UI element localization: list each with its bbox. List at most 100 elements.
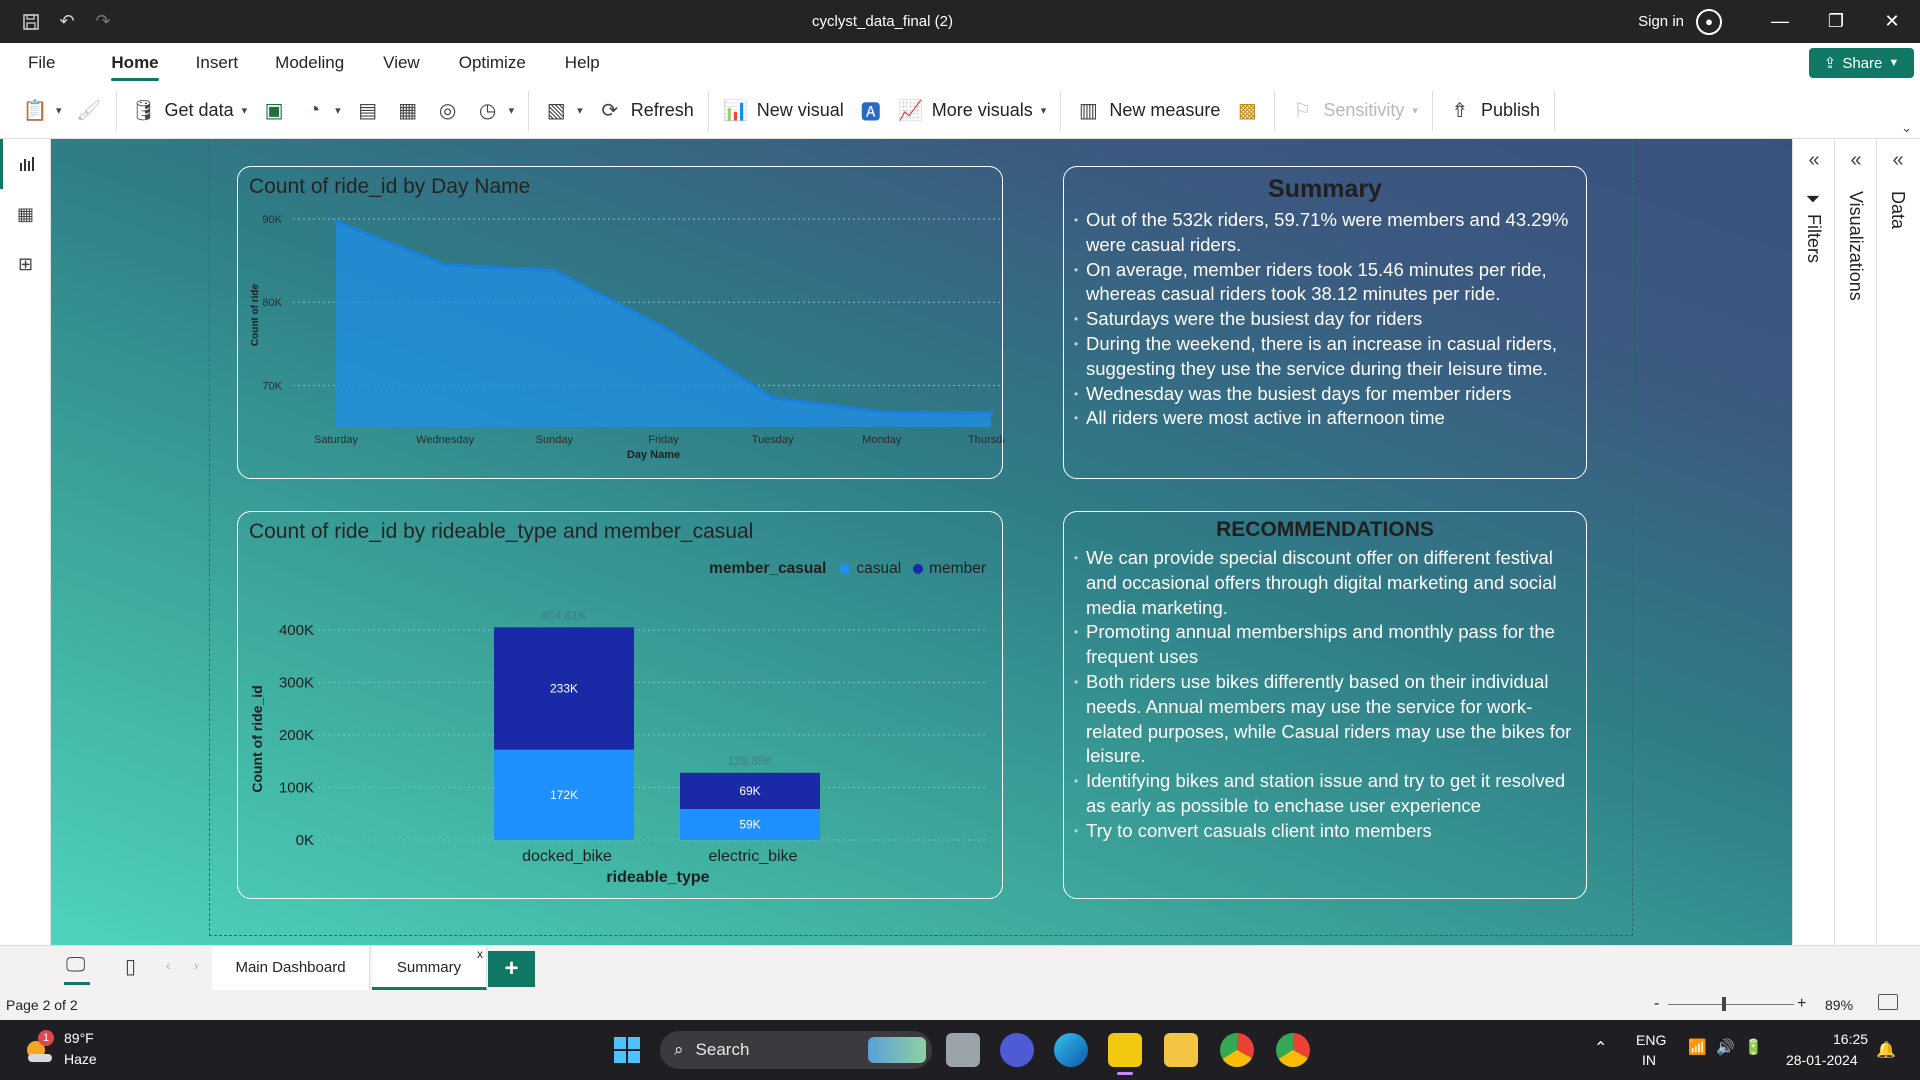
expand-filters-icon[interactable]: « [1793, 149, 1835, 172]
volume-icon[interactable]: 🔊 [1716, 1038, 1735, 1056]
report-view-icon[interactable] [0, 139, 51, 189]
menu-optimize[interactable]: Optimize [459, 43, 526, 83]
language-code[interactable]: ENG [1636, 1032, 1666, 1048]
maximize-button[interactable]: ❐ [1808, 11, 1864, 32]
tab-summary[interactable]: Summary x [372, 946, 487, 990]
x-axis-title: rideable_type [606, 869, 709, 886]
recommendation-bullet: Identifying bikes and station issue and … [1074, 769, 1576, 819]
expand-visualizations-icon[interactable]: « [1835, 149, 1877, 172]
table-icon: ▦ [398, 100, 418, 122]
publish-button[interactable]: ⇮ Publish [1447, 98, 1540, 124]
battery-icon[interactable]: 🔋 [1744, 1038, 1763, 1056]
ribbon-divider [1553, 90, 1555, 131]
sign-in-link[interactable]: Sign in [1638, 13, 1684, 30]
account-icon[interactable]: ● [1696, 8, 1722, 35]
menu-view[interactable]: View [383, 43, 420, 83]
format-painter-button[interactable]: 🖌 [76, 98, 102, 124]
menu-modeling[interactable]: Modeling [275, 43, 344, 83]
region-code[interactable]: IN [1642, 1052, 1656, 1068]
enter-data-button[interactable]: ▦ [395, 98, 421, 124]
text-box-button[interactable]: 🅰 [858, 98, 884, 124]
refresh-label: Refresh [630, 100, 694, 120]
new-measure-button[interactable]: ▥ New measure [1075, 98, 1221, 124]
x-tick-label: Thursday [968, 434, 1004, 446]
add-page-button[interactable]: + [488, 951, 535, 987]
scroll-right-icon[interactable]: › [194, 958, 198, 973]
ribbon-collapse-icon[interactable]: ⌄ [1901, 120, 1912, 136]
minimize-button[interactable]: — [1752, 11, 1808, 32]
data-point [552, 268, 557, 273]
chrome-profile-icon[interactable] [1276, 1033, 1310, 1067]
table-view-icon[interactable]: ▦ [0, 189, 51, 239]
chevron-down-icon: ▾ [508, 105, 515, 117]
chat-icon[interactable] [1000, 1033, 1034, 1067]
close-tab-icon[interactable]: x [477, 932, 483, 976]
sql-button[interactable]: ▤ [355, 98, 381, 124]
page-indicator: Page 2 of 2 [6, 997, 78, 1013]
summary-bullet: During the weekend, there is an increase… [1074, 332, 1576, 382]
menu-file[interactable]: File [28, 43, 55, 83]
status-bar: Page 2 of 2 - + 89% [0, 990, 1920, 1020]
chrome-icon[interactable] [1220, 1033, 1254, 1067]
dataverse-button[interactable]: ◎ [435, 98, 461, 124]
search-icon: ⌕ [674, 1040, 684, 1059]
quick-measure-button[interactable]: ▩ [1234, 98, 1260, 124]
summary-bullet: Wednesday was the busiest days for membe… [1074, 382, 1576, 407]
menu-help[interactable]: Help [565, 43, 600, 83]
zoom-in-button[interactable]: + [1797, 995, 1806, 1013]
more-visuals-button[interactable]: 📈 More visuals ▾ [898, 98, 1047, 124]
close-button[interactable]: ✕ [1864, 11, 1920, 32]
transform-data-button[interactable]: ▧ ▾ [543, 98, 583, 124]
zoom-out-button[interactable]: - [1654, 995, 1659, 1013]
zoom-slider-thumb[interactable] [1722, 997, 1727, 1011]
mobile-layout-icon[interactable]: ▯ [125, 954, 136, 979]
filters-pane[interactable]: « ⏷ Filters [1793, 139, 1835, 945]
power-bi-icon[interactable] [1108, 1033, 1142, 1067]
menu-insert[interactable]: Insert [196, 43, 239, 83]
ribbon-divider [1060, 90, 1062, 131]
task-view-icon[interactable] [946, 1033, 980, 1067]
wifi-icon[interactable]: 📶 [1688, 1038, 1707, 1056]
ribbon-divider [115, 90, 117, 131]
share-button[interactable]: ⇪ Share ▼ [1809, 48, 1914, 78]
data-pane[interactable]: « Data [1877, 139, 1919, 945]
visualizations-pane[interactable]: « Visualizations [1835, 139, 1877, 945]
new-visual-button[interactable]: 📊 New visual [723, 98, 843, 124]
edge-icon[interactable] [1054, 1033, 1088, 1067]
weather-badge: 1 [38, 1030, 54, 1046]
paste-button[interactable]: 📋 ▾ [22, 98, 62, 124]
weather-icon[interactable]: 1 [22, 1030, 56, 1066]
tab-main-dashboard[interactable]: Main Dashboard [212, 946, 370, 990]
summary-bullet: All riders were most active in afternoon… [1074, 406, 1576, 431]
view-switcher: ▦ ⊞ [0, 139, 51, 945]
file-explorer-icon[interactable] [1164, 1033, 1198, 1067]
menu-home[interactable]: Home [111, 43, 159, 83]
onelake-button[interactable]: ◔ ▾ [301, 98, 341, 124]
expand-data-icon[interactable]: « [1877, 149, 1919, 172]
x-tick-label: Saturday [314, 434, 359, 446]
clock-time[interactable]: 16:25 [1833, 1031, 1868, 1047]
zoom-slider[interactable] [1668, 1004, 1794, 1005]
line-chart-card[interactable]: Count of ride_id by Day Name 90K 80K 70K Sa… [237, 166, 1004, 479]
desktop-layout-icon[interactable]: 🖵 [66, 954, 85, 977]
taskbar-search[interactable]: ⌕ Search [660, 1031, 932, 1069]
chevron-up-icon[interactable]: ⌃ [1594, 1038, 1607, 1058]
bar-chart-card[interactable]: Count of ride_id by rideable_type and me… [237, 511, 1003, 899]
fit-to-page-icon[interactable] [1878, 994, 1898, 1010]
bar-total-label: 128.35K [728, 754, 773, 768]
scroll-left-icon[interactable]: ‹ [166, 958, 170, 973]
bar-total-label: 404.61K [542, 608, 587, 622]
summary-bullet: Out of the 532k riders, 59.71% were memb… [1074, 208, 1576, 258]
excel-button[interactable]: ▣ [261, 98, 287, 124]
refresh-button[interactable]: ⟳ Refresh [597, 98, 694, 124]
recent-sources-button[interactable]: ◷ ▾ [475, 98, 515, 124]
start-button[interactable] [610, 1033, 644, 1067]
notification-bell-icon[interactable]: 🔔 [1876, 1040, 1896, 1060]
chevron-down-icon: ▾ [1040, 105, 1047, 117]
sensitivity-button[interactable]: ⚐ Sensitivity ▾ [1289, 98, 1418, 124]
model-view-icon[interactable]: ⊞ [0, 239, 51, 289]
clock-date[interactable]: 28-01-2024 [1786, 1052, 1858, 1068]
get-data-button[interactable]: 🛢 Get data ▾ [131, 98, 247, 124]
zoom-level[interactable]: 89% [1825, 997, 1853, 1013]
ribbon: 📋 ▾ 🖌 🛢 Get data ▾ ▣ ◔ ▾ ▤ ▦ ◎ ◷ ▾ ▧ ▾ ⟳ Ref… [0, 83, 1920, 139]
